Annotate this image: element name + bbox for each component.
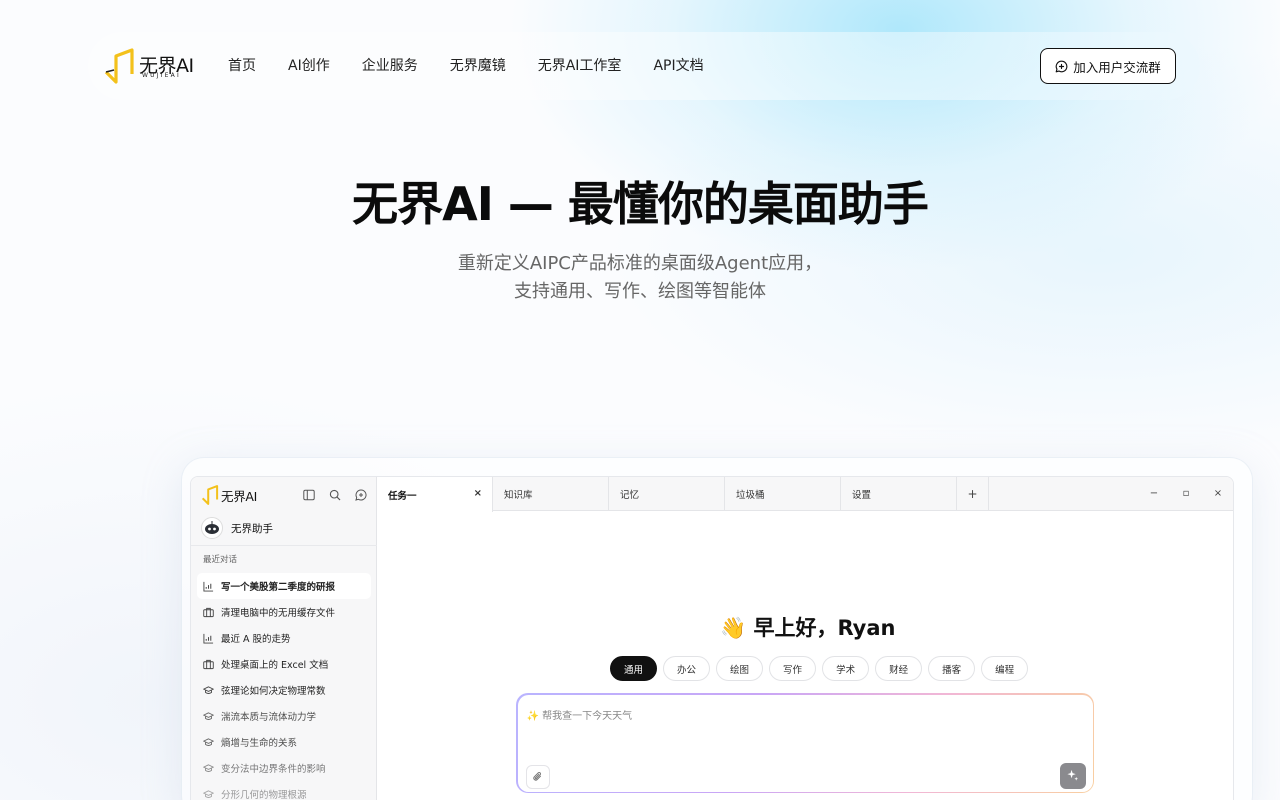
chip-finance[interactable]: 财经 <box>875 656 923 681</box>
sidebar-toolbar <box>301 487 369 503</box>
close-tab-icon[interactable]: × <box>474 488 482 499</box>
sparkle-send-icon <box>1067 769 1079 781</box>
greeting-text: 👋 早上好，Ryan <box>720 612 896 642</box>
conversation-label: 清理电脑中的无用缓存文件 <box>221 608 336 619</box>
hero-subtitle-line-2: 支持通用、写作、绘图等智能体 <box>514 281 766 302</box>
nav-link-home[interactable]: 首页 <box>228 56 256 76</box>
conversation-item[interactable]: 分形几何的物理根源 <box>197 781 371 800</box>
main-nav: 首页 AI创作 企业服务 无界魔镜 无界AI工作室 API文档 <box>228 56 736 76</box>
app-logo-mark-icon <box>201 485 219 505</box>
prompt-placeholder: ✨ 帮我查一下今天天气 <box>526 710 633 722</box>
logo-mark-icon <box>104 48 134 84</box>
tab-label: 任务一 <box>388 490 417 502</box>
paperclip-icon <box>532 771 541 781</box>
chip-writing[interactable]: 写作 <box>769 656 817 681</box>
conversation-item[interactable]: 变分法中边界条件的影响 <box>197 755 371 781</box>
attach-button[interactable] <box>525 764 550 789</box>
new-chat-icon[interactable] <box>353 487 369 503</box>
conversation-label: 写一个美股第二季度的研报 <box>221 582 336 593</box>
conversation-item[interactable]: 熵增与生命的关系 <box>197 729 371 755</box>
tab-label: 记忆 <box>620 490 640 501</box>
maximize-icon[interactable]: ▫ <box>1179 488 1193 500</box>
prompt-input-box[interactable]: ✨ 帮我查一下今天天气 <box>516 693 1094 793</box>
conversation-label: 弦理论如何决定物理常数 <box>221 686 326 697</box>
nav-link-magic-mirror[interactable]: 无界魔镜 <box>450 56 506 76</box>
nav-link-api-docs[interactable]: API文档 <box>653 56 703 76</box>
robot-face-icon <box>205 521 219 534</box>
tab-trash[interactable]: 垃圾桶 <box>725 477 841 511</box>
nav-link-enterprise[interactable]: 企业服务 <box>362 56 418 76</box>
conversation-label: 湍流本质与流体动力学 <box>221 712 317 723</box>
app-logo-text: 无界AI <box>221 488 258 504</box>
chip-drawing[interactable]: 绘图 <box>716 656 764 681</box>
toggle-sidebar-icon[interactable] <box>301 487 317 503</box>
nav-link-studio[interactable]: 无界AI工作室 <box>538 56 622 76</box>
chart-icon <box>203 581 214 592</box>
graduation-cap-icon <box>203 763 214 772</box>
tab-label: 知识库 <box>504 490 533 501</box>
briefcase-icon <box>203 607 214 617</box>
hero-title: 无界AI — 最懂你的桌面助手 <box>352 177 929 231</box>
tab-label: 垃圾桶 <box>736 490 765 501</box>
join-community-label: 加入用户交流群 <box>1073 59 1161 75</box>
conversation-label: 处理桌面上的 Excel 文档 <box>221 660 329 671</box>
tab-task-one[interactable]: 任务一 × <box>377 477 493 512</box>
add-tab-button[interactable]: + <box>957 477 989 511</box>
conversation-label: 分形几何的物理根源 <box>221 790 307 800</box>
briefcase-icon <box>203 659 214 669</box>
conversation-list: 写一个美股第二季度的研报 清理电脑中的无用缓存文件 最近 A 股的走势 处理桌面… <box>197 573 371 800</box>
hero-subtitle: 重新定义AIPC产品标准的桌面级Agent应用， 支持通用、写作、绘图等智能体 <box>0 250 1280 306</box>
chip-general[interactable]: 通用 <box>610 656 658 681</box>
tab-label: 设置 <box>852 490 872 501</box>
close-window-icon[interactable]: × <box>1211 488 1225 500</box>
conversation-item[interactable]: 写一个美股第二季度的研报 <box>197 573 371 599</box>
conversation-item[interactable]: 弦理论如何决定物理常数 <box>197 677 371 703</box>
assistant-name: 无界助手 <box>231 522 273 535</box>
conversation-item[interactable]: 处理桌面上的 Excel 文档 <box>197 651 371 677</box>
join-community-button[interactable]: 加入用户交流群 <box>1040 48 1176 84</box>
chip-office[interactable]: 办公 <box>663 656 711 681</box>
minimize-icon[interactable]: − <box>1147 488 1161 500</box>
tab-knowledge-base[interactable]: 知识库 <box>493 477 609 511</box>
tab-settings[interactable]: 设置 <box>841 477 957 511</box>
tab-bar: 任务一 × 知识库 记忆 垃圾桶 设置 + − ▫ × <box>377 477 1233 512</box>
app-sidebar: 无界AI 无界助手 最近对话 写一个美股第二季度的研报 清理电脑中的无用缓存文件… <box>191 477 377 800</box>
chip-coding[interactable]: 编程 <box>981 656 1029 681</box>
tab-memory[interactable]: 记忆 <box>609 477 725 511</box>
recent-conversations-label: 最近对话 <box>203 555 238 565</box>
graduation-cap-icon <box>203 711 214 720</box>
chip-podcast[interactable]: 播客 <box>928 656 976 681</box>
sidebar-divider <box>191 545 377 546</box>
prompt-input-inner: ✨ 帮我查一下今天天气 <box>517 694 1093 792</box>
app-logo: 无界AI <box>201 485 257 505</box>
send-button[interactable] <box>1059 762 1086 789</box>
agent-category-chips: 通用 办公 绘图 写作 学术 财经 播客 编程 <box>610 656 1029 681</box>
chat-bubble-icon <box>1055 60 1068 72</box>
assistant-entry[interactable]: 无界助手 <box>201 517 273 539</box>
conversation-item[interactable]: 最近 A 股的走势 <box>197 625 371 651</box>
conversation-label: 熵增与生命的关系 <box>221 738 298 749</box>
graduation-cap-icon <box>203 737 214 746</box>
search-icon[interactable] <box>327 487 343 503</box>
nav-link-ai-create[interactable]: AI创作 <box>288 56 330 76</box>
conversation-item[interactable]: 清理电脑中的无用缓存文件 <box>197 599 371 625</box>
site-logo[interactable]: 无界AI WUJIEAI <box>104 48 194 84</box>
graduation-cap-icon <box>203 789 214 798</box>
greeting-label: 👋 早上好，Ryan <box>720 616 896 640</box>
assistant-avatar <box>201 517 223 539</box>
hero-subtitle-line-1: 重新定义AIPC产品标准的桌面级Agent应用， <box>457 253 823 274</box>
graduation-cap-icon <box>203 685 214 694</box>
logo-subtext: WUJIEAI <box>142 72 181 79</box>
chip-academic[interactable]: 学术 <box>822 656 870 681</box>
conversation-item[interactable]: 湍流本质与流体动力学 <box>197 703 371 729</box>
conversation-label: 最近 A 股的走势 <box>221 634 291 645</box>
conversation-label: 变分法中边界条件的影响 <box>221 764 326 775</box>
chart-icon <box>203 633 214 644</box>
